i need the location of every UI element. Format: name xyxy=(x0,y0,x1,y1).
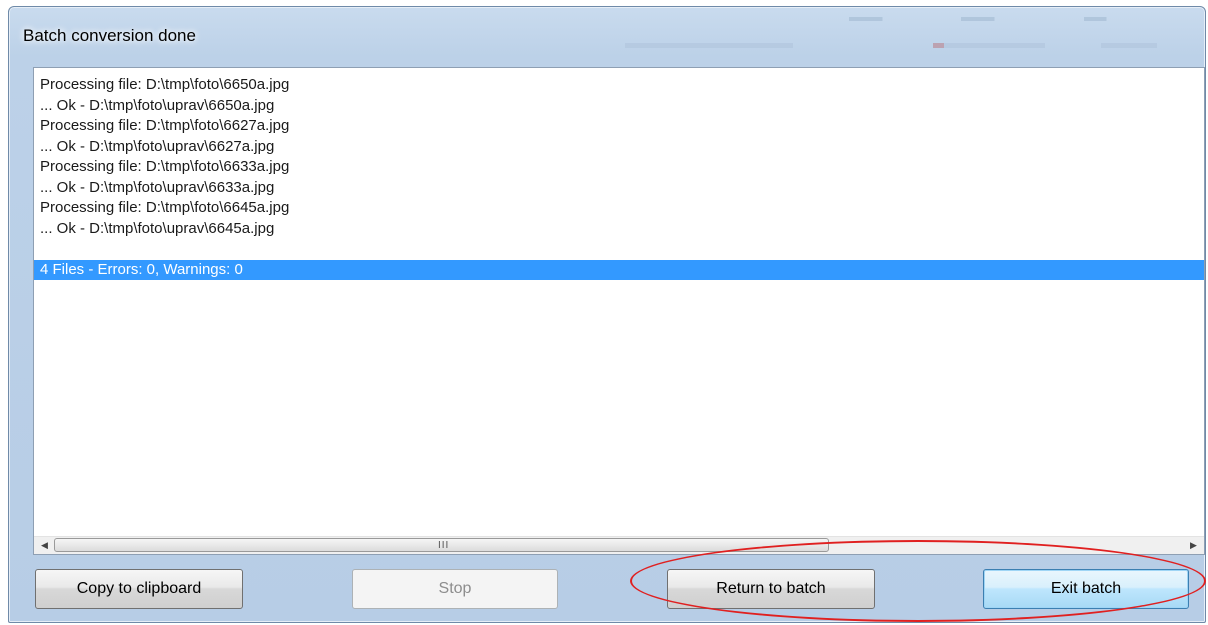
exit-batch-button[interactable]: Exit batch xyxy=(983,569,1189,609)
return-to-batch-button[interactable]: Return to batch xyxy=(667,569,875,609)
log-list: Processing file: D:\tmp\foto\6650a.jpg .… xyxy=(34,68,1204,280)
title-bar[interactable]: Batch conversion done xyxy=(9,7,1205,59)
log-line[interactable]: Processing file: D:\tmp\foto\6650a.jpg xyxy=(34,75,1204,96)
arrow-left-icon[interactable]: ◀ xyxy=(36,537,53,554)
log-line[interactable]: ... Ok - D:\tmp\foto\uprav\6650a.jpg xyxy=(34,96,1204,117)
log-line[interactable] xyxy=(34,239,1204,260)
log-line[interactable]: Processing file: D:\tmp\foto\6645a.jpg xyxy=(34,198,1204,219)
log-summary-line[interactable]: 4 Files - Errors: 0, Warnings: 0 xyxy=(34,259,1204,280)
scrollbar-thumb[interactable]: III xyxy=(54,538,829,552)
copy-to-clipboard-button[interactable]: Copy to clipboard xyxy=(35,569,243,609)
log-listbox[interactable]: Processing file: D:\tmp\foto\6650a.jpg .… xyxy=(33,67,1205,555)
log-line[interactable]: ... Ok - D:\tmp\foto\uprav\6645a.jpg xyxy=(34,219,1204,240)
arrow-right-icon[interactable]: ▶ xyxy=(1185,537,1202,554)
log-line[interactable]: ... Ok - D:\tmp\foto\uprav\6633a.jpg xyxy=(34,178,1204,199)
stop-button[interactable]: Stop xyxy=(352,569,558,609)
horizontal-scrollbar[interactable]: ◀ III ▶ xyxy=(34,536,1204,554)
log-line[interactable]: Processing file: D:\tmp\foto\6627a.jpg xyxy=(34,116,1204,137)
batch-dialog: Batch conversion done Processing file: D… xyxy=(8,6,1206,623)
background-window-ghost xyxy=(625,7,1185,57)
window-title: Batch conversion done xyxy=(23,26,196,45)
log-line[interactable]: Processing file: D:\tmp\foto\6633a.jpg xyxy=(34,157,1204,178)
log-line[interactable]: ... Ok - D:\tmp\foto\uprav\6627a.jpg xyxy=(34,137,1204,158)
scrollbar-grip: III xyxy=(438,540,450,551)
